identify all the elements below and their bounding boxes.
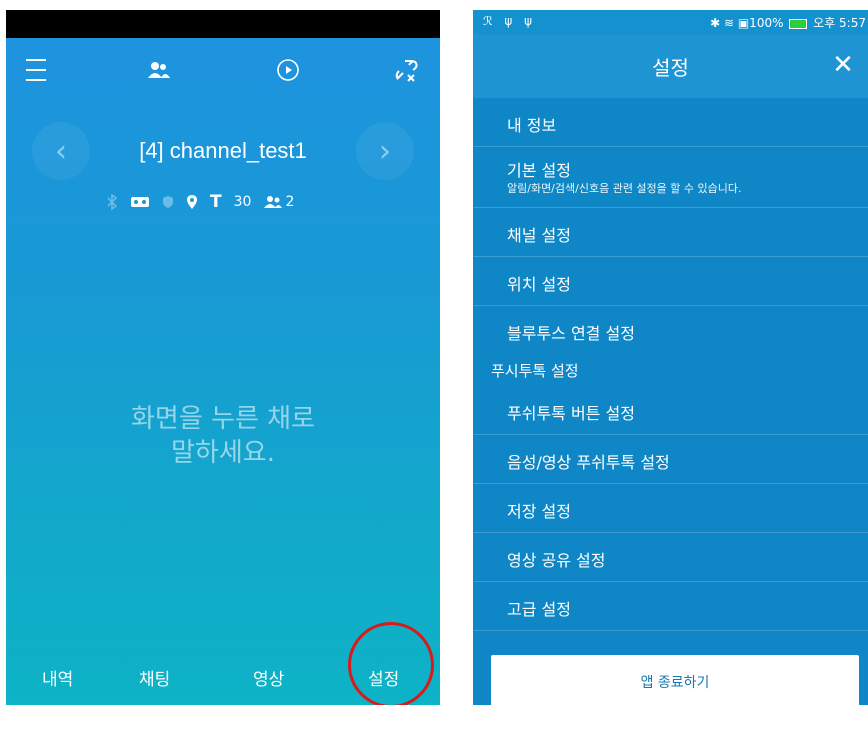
menu-item-my-info[interactable]: 내 정보 — [473, 98, 868, 147]
menu-item-label: 영상 공유 설정 — [507, 551, 606, 570]
menu-item-label: 고급 설정 — [507, 600, 571, 619]
menu-item-advanced-settings[interactable]: 고급 설정 — [473, 582, 868, 631]
next-channel-button[interactable]: › — [356, 122, 414, 180]
menu-item-label: 푸쉬투톡 버튼 설정 — [507, 404, 635, 423]
prompt-line-1: 화면을 누른 채로 — [131, 404, 315, 434]
menu-item-location-settings[interactable]: 위치 설정 — [473, 257, 868, 306]
battery-icon — [789, 18, 808, 29]
tab-video[interactable]: 영상 — [253, 665, 284, 690]
menu-item-label: 저장 설정 — [507, 502, 571, 521]
status-bar — [6, 10, 440, 38]
menu-item-label: 블루투스 연결 설정 — [507, 324, 635, 343]
clock: 오후 5:57 — [813, 16, 866, 30]
press-to-talk-area[interactable]: 화면을 누른 채로 말하세요. — [6, 402, 440, 470]
menu-item-label: 음성/영상 푸쉬투톡 설정 — [507, 453, 670, 472]
section-header-ptt: 푸시투톡 설정 — [473, 354, 868, 386]
tape-icon — [130, 195, 150, 209]
settings-screen: ℛ ψ ψ ✱ ≋ ▣100% 오후 5:57 설정 ✕ 내 정보 기본 설정 … — [473, 10, 868, 705]
shield-icon — [162, 195, 174, 209]
members-icon[interactable] — [139, 50, 179, 90]
menu-item-label: 내 정보 — [507, 116, 557, 135]
system-status: ✱ ≋ ▣100% 오후 5:57 — [710, 14, 866, 31]
member-count: 2 — [285, 194, 295, 210]
exit-app-button[interactable]: 앱 종료하기 — [491, 655, 859, 705]
main-screen: ‹ [4] channel_test1 › T 30 2 화면을 누른 채로 말… — [6, 10, 440, 705]
notification-icons: ℛ ψ ψ — [483, 14, 537, 28]
play-icon[interactable] — [268, 50, 308, 90]
status-bar: ℛ ψ ψ ✱ ≋ ▣100% 오후 5:57 — [473, 10, 868, 34]
bluetooth-icon — [106, 194, 118, 210]
settings-menu: 내 정보 기본 설정 알림/화면/검색/신호음 관련 설정을 할 수 있습니다.… — [473, 98, 868, 631]
connectivity-text: ✱ ≋ ▣100% — [710, 16, 784, 30]
highlight-annotation — [348, 622, 434, 705]
close-icon[interactable]: ✕ — [828, 50, 858, 80]
location-pin-icon — [186, 194, 198, 210]
section-label: 푸시투톡 설정 — [491, 362, 579, 380]
tab-history[interactable]: 내역 — [42, 665, 73, 690]
text-icon: T — [210, 192, 222, 212]
menu-item-description: 알림/화면/검색/신호음 관련 설정을 할 수 있습니다. — [507, 182, 742, 195]
settings-header: 설정 ✕ — [473, 34, 868, 98]
menu-item-channel-settings[interactable]: 채널 설정 — [473, 208, 868, 257]
menu-item-ptt-button-settings[interactable]: 푸쉬투톡 버튼 설정 — [473, 386, 868, 435]
channel-status: T 30 2 — [106, 190, 366, 214]
menu-item-bluetooth-settings[interactable]: 블루투스 연결 설정 — [473, 306, 868, 354]
channel-selector: ‹ [4] channel_test1 › — [6, 120, 440, 190]
menu-item-storage-settings[interactable]: 저장 설정 — [473, 484, 868, 533]
members-icon-small — [263, 195, 283, 209]
menu-icon[interactable] — [16, 50, 56, 90]
menu-item-voice-video-ptt-settings[interactable]: 음성/영상 푸쉬투톡 설정 — [473, 435, 868, 484]
tab-chat[interactable]: 채팅 — [139, 665, 170, 690]
talk-count: 30 — [233, 194, 252, 210]
menu-item-basic-settings[interactable]: 기본 설정 알림/화면/검색/신호음 관련 설정을 할 수 있습니다. — [473, 147, 868, 208]
menu-item-label: 기본 설정 — [507, 161, 571, 180]
menu-item-video-share-settings[interactable]: 영상 공유 설정 — [473, 533, 868, 582]
unlink-icon[interactable] — [386, 50, 426, 90]
menu-item-label: 위치 설정 — [507, 275, 571, 294]
prompt-line-2: 말하세요. — [171, 438, 275, 468]
page-title: 설정 — [652, 56, 689, 80]
menu-item-label: 채널 설정 — [507, 226, 571, 245]
top-toolbar — [6, 38, 440, 102]
